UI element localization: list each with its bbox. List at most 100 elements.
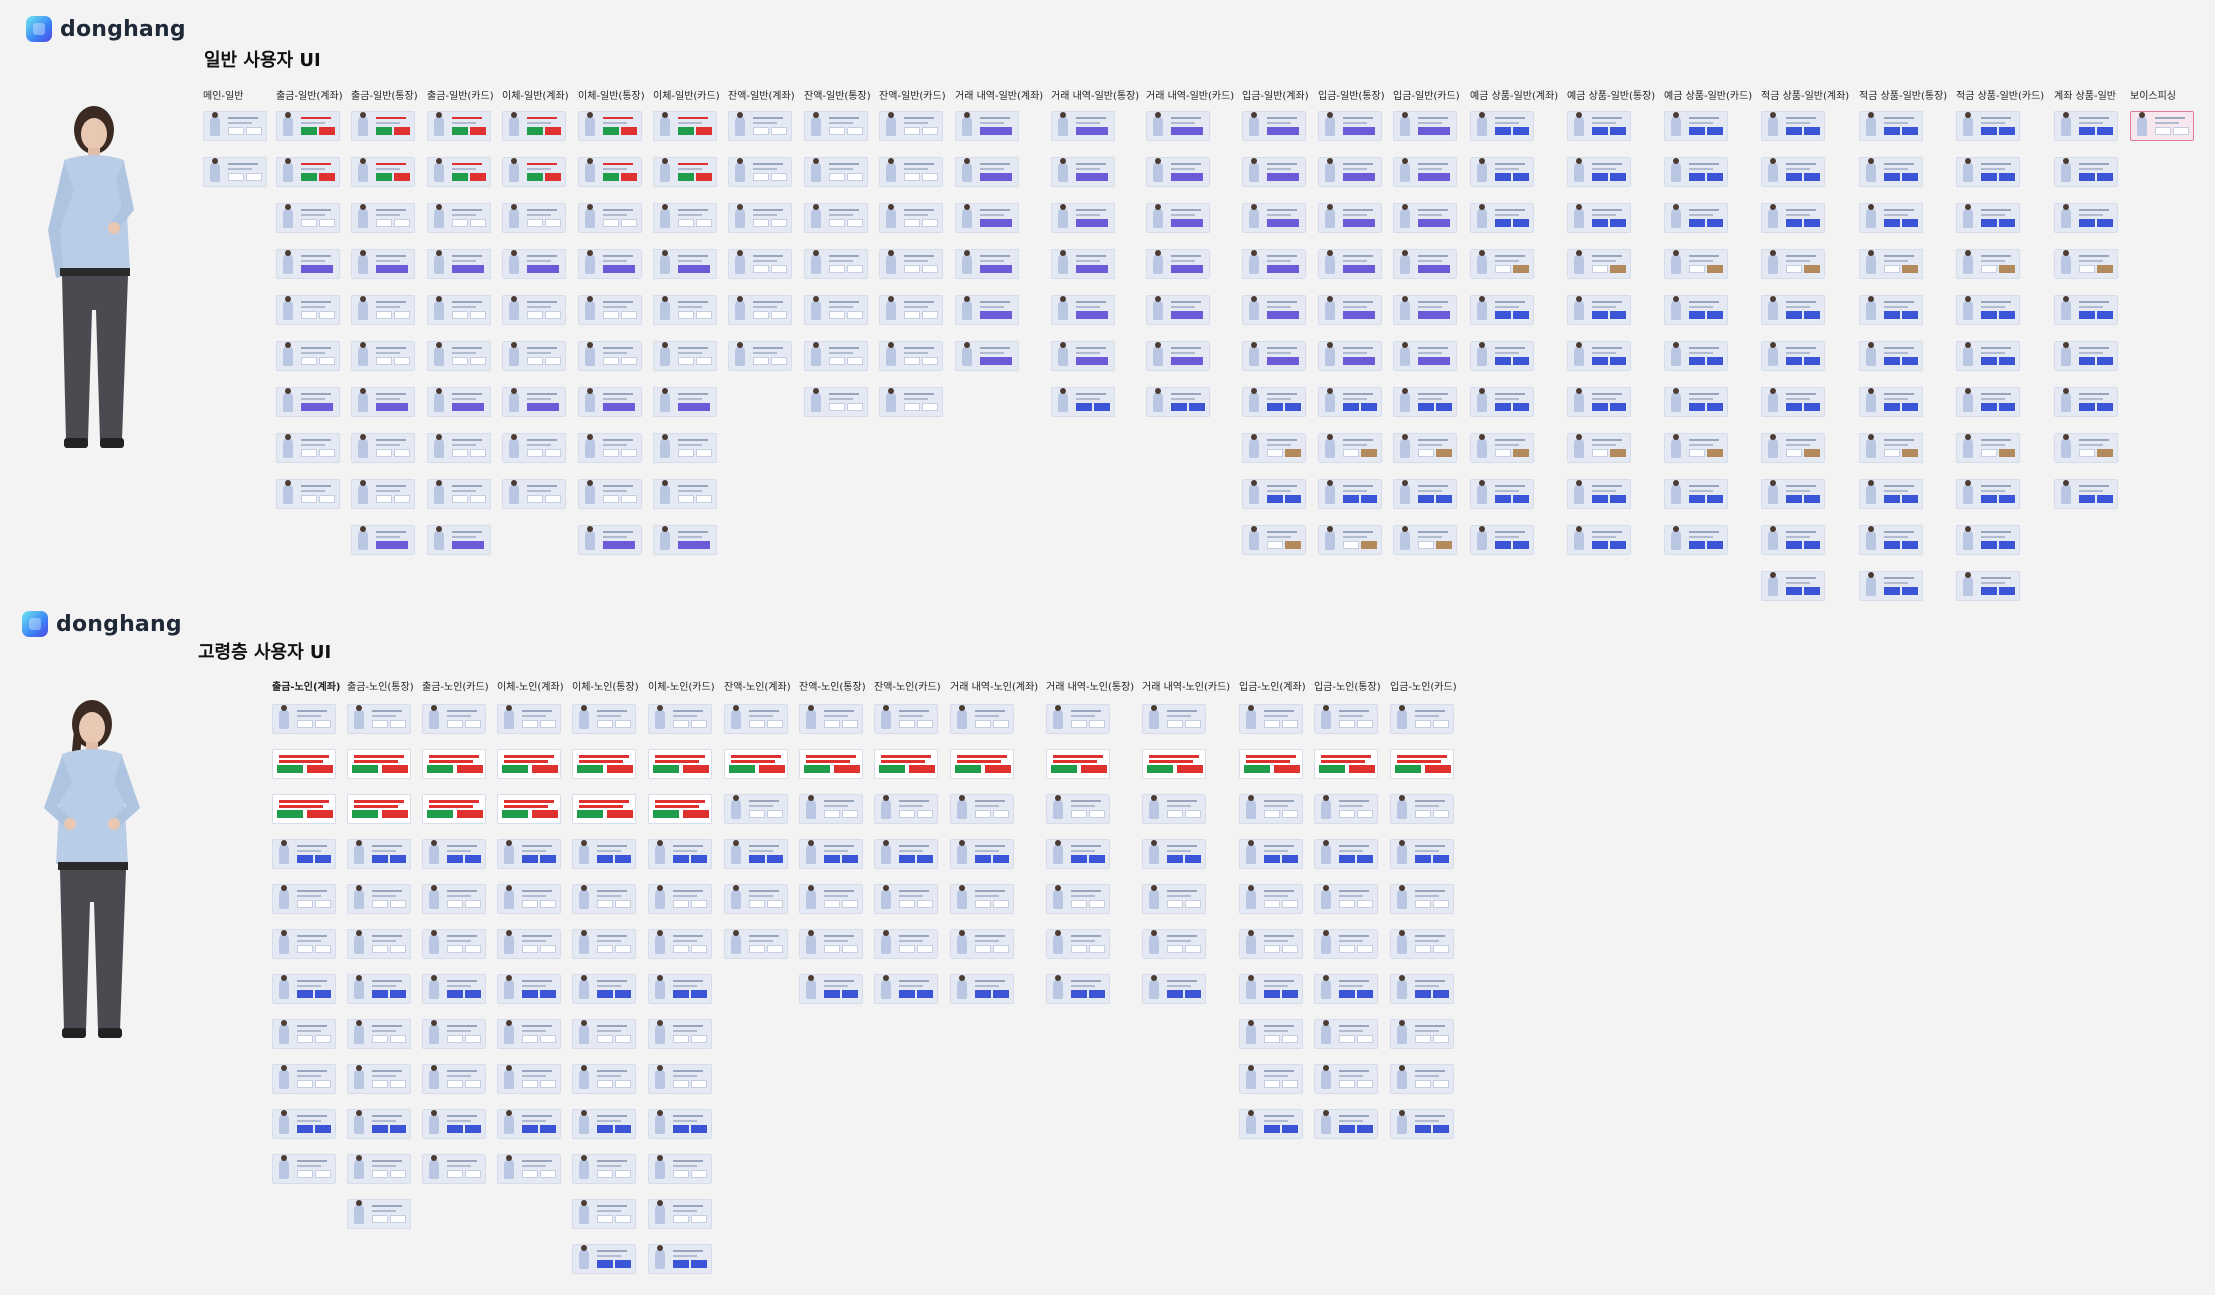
screen-thumbnail[interactable] — [1051, 387, 1115, 417]
screen-thumbnail[interactable] — [1314, 884, 1378, 914]
screen-thumbnail[interactable] — [502, 249, 566, 279]
screen-thumbnail[interactable] — [1142, 704, 1206, 734]
screen-thumbnail[interactable] — [502, 433, 566, 463]
screen-thumbnail[interactable] — [1146, 111, 1210, 141]
screen-thumbnail[interactable] — [1318, 387, 1382, 417]
screen-thumbnail[interactable] — [572, 884, 636, 914]
screen-thumbnail[interactable] — [276, 341, 340, 371]
screen-thumbnail[interactable] — [578, 111, 642, 141]
screen-thumbnail[interactable] — [422, 704, 486, 734]
screen-thumbnail[interactable] — [1318, 341, 1382, 371]
screen-thumbnail[interactable] — [2054, 203, 2118, 233]
screen-thumbnail[interactable] — [1390, 794, 1454, 824]
screen-thumbnail[interactable] — [804, 157, 868, 187]
screen-thumbnail[interactable] — [422, 794, 486, 824]
screen-thumbnail[interactable] — [1239, 704, 1303, 734]
screen-thumbnail[interactable] — [1470, 479, 1534, 509]
screen-thumbnail[interactable] — [804, 111, 868, 141]
screen-thumbnail[interactable] — [1051, 341, 1115, 371]
screen-thumbnail[interactable] — [422, 1019, 486, 1049]
screen-thumbnail[interactable] — [724, 704, 788, 734]
screen-thumbnail[interactable] — [347, 1199, 411, 1229]
screen-thumbnail[interactable] — [2054, 479, 2118, 509]
screen-thumbnail[interactable] — [1567, 479, 1631, 509]
screen-thumbnail[interactable] — [1390, 1019, 1454, 1049]
screen-thumbnail[interactable] — [2054, 387, 2118, 417]
screen-thumbnail[interactable] — [1242, 479, 1306, 509]
screen-thumbnail[interactable] — [272, 839, 336, 869]
screen-thumbnail[interactable] — [1146, 341, 1210, 371]
screen-thumbnail[interactable] — [272, 1109, 336, 1139]
screen-thumbnail[interactable] — [497, 929, 561, 959]
screen-thumbnail[interactable] — [804, 387, 868, 417]
screen-thumbnail[interactable] — [347, 1154, 411, 1184]
screen-thumbnail[interactable] — [1046, 704, 1110, 734]
screen-thumbnail[interactable] — [1470, 249, 1534, 279]
screen-thumbnail[interactable] — [879, 295, 943, 325]
screen-thumbnail[interactable] — [427, 157, 491, 187]
screen-thumbnail[interactable] — [2054, 111, 2118, 141]
screen-thumbnail[interactable] — [955, 249, 1019, 279]
screen-thumbnail[interactable] — [1567, 111, 1631, 141]
screen-thumbnail[interactable] — [1956, 295, 2020, 325]
screen-thumbnail[interactable] — [351, 157, 415, 187]
screen-thumbnail[interactable] — [272, 1154, 336, 1184]
screen-thumbnail[interactable] — [1318, 157, 1382, 187]
screen-thumbnail[interactable] — [1390, 929, 1454, 959]
screen-thumbnail[interactable] — [1393, 341, 1457, 371]
screen-thumbnail[interactable] — [879, 249, 943, 279]
screen-thumbnail[interactable] — [804, 203, 868, 233]
screen-thumbnail[interactable] — [1146, 203, 1210, 233]
screen-thumbnail[interactable] — [804, 295, 868, 325]
screen-thumbnail[interactable] — [1390, 839, 1454, 869]
screen-thumbnail[interactable] — [648, 1199, 712, 1229]
screen-thumbnail[interactable] — [1393, 525, 1457, 555]
screen-thumbnail[interactable] — [1761, 525, 1825, 555]
screen-thumbnail[interactable] — [1242, 341, 1306, 371]
screen-thumbnail[interactable] — [572, 1244, 636, 1274]
screen-thumbnail[interactable] — [1046, 929, 1110, 959]
screen-thumbnail[interactable] — [1859, 111, 1923, 141]
screen-thumbnail[interactable] — [1859, 295, 1923, 325]
screen-thumbnail[interactable] — [1051, 157, 1115, 187]
screen-thumbnail[interactable] — [347, 839, 411, 869]
screen-thumbnail[interactable] — [1318, 249, 1382, 279]
screen-thumbnail[interactable] — [874, 839, 938, 869]
screen-thumbnail[interactable] — [1761, 433, 1825, 463]
screen-thumbnail[interactable] — [351, 479, 415, 509]
screen-thumbnail[interactable] — [351, 203, 415, 233]
screen-thumbnail[interactable] — [724, 839, 788, 869]
screen-thumbnail[interactable] — [276, 479, 340, 509]
screen-thumbnail[interactable] — [1664, 203, 1728, 233]
screen-thumbnail[interactable] — [502, 387, 566, 417]
screen-thumbnail[interactable] — [653, 525, 717, 555]
screen-thumbnail[interactable] — [1314, 1109, 1378, 1139]
screen-thumbnail[interactable] — [1390, 1064, 1454, 1094]
screen-thumbnail[interactable] — [351, 111, 415, 141]
screen-thumbnail[interactable] — [799, 839, 863, 869]
screen-thumbnail[interactable] — [1567, 157, 1631, 187]
screen-thumbnail[interactable] — [347, 1019, 411, 1049]
screen-thumbnail[interactable] — [276, 157, 340, 187]
screen-thumbnail[interactable] — [1761, 295, 1825, 325]
screen-thumbnail[interactable] — [1859, 341, 1923, 371]
screen-thumbnail[interactable] — [347, 974, 411, 1004]
screen-thumbnail[interactable] — [879, 203, 943, 233]
screen-thumbnail[interactable] — [1567, 433, 1631, 463]
screen-thumbnail[interactable] — [1390, 974, 1454, 1004]
screen-thumbnail[interactable] — [728, 341, 792, 371]
screen-thumbnail[interactable] — [1859, 203, 1923, 233]
screen-thumbnail[interactable] — [1142, 974, 1206, 1004]
screen-thumbnail[interactable] — [1142, 839, 1206, 869]
screen-thumbnail[interactable] — [2130, 111, 2194, 141]
screen-thumbnail[interactable] — [572, 1154, 636, 1184]
screen-thumbnail[interactable] — [874, 929, 938, 959]
screen-thumbnail[interactable] — [351, 525, 415, 555]
screen-thumbnail[interactable] — [1393, 111, 1457, 141]
screen-thumbnail[interactable] — [1567, 203, 1631, 233]
screen-thumbnail[interactable] — [572, 1109, 636, 1139]
screen-thumbnail[interactable] — [422, 1064, 486, 1094]
screen-thumbnail[interactable] — [1314, 929, 1378, 959]
screen-thumbnail[interactable] — [497, 704, 561, 734]
screen-thumbnail[interactable] — [648, 1244, 712, 1274]
